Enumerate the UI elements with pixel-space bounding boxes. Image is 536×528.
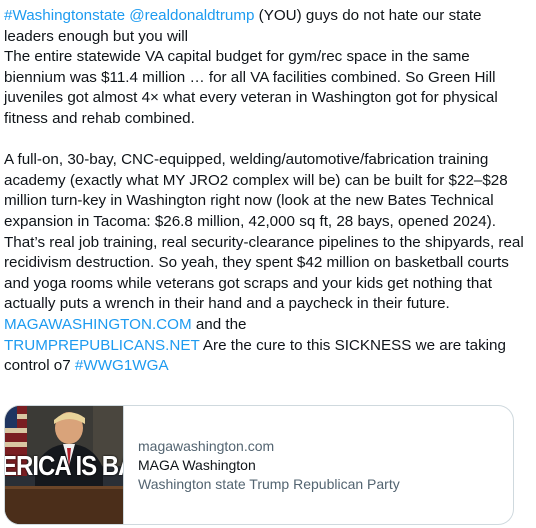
link-preview-card[interactable]: ERICA IS BA magawashington.com MAGA Wash… xyxy=(4,405,514,525)
card-title: MAGA Washington xyxy=(138,456,256,473)
link-magawashington[interactable]: MAGAWASHINGTON.COM xyxy=(4,316,192,333)
card-thumbnail[interactable]: ERICA IS BA xyxy=(5,406,124,524)
hashtag-washingtonstate[interactable]: #Washingtonstate xyxy=(4,7,125,24)
tweet-paragraph-2: A full-on, 30-bay, CNC-equipped, welding… xyxy=(4,150,528,377)
card-thumbnail-banner: ERICA IS BA xyxy=(5,450,123,482)
tweet-text-segment: A full-on, 30-bay, CNC-equipped, welding… xyxy=(4,151,524,313)
tweet-text: #Washingtonstate @realdonaldtrump (YOU) … xyxy=(4,6,528,377)
tweet: #Washingtonstate @realdonaldtrump (YOU) … xyxy=(4,6,528,377)
card-description: Washington state Trump Republican Party xyxy=(138,475,400,492)
tweet-paragraph-1: #Washingtonstate @realdonaldtrump (YOU) … xyxy=(4,6,528,130)
card-body[interactable]: magawashington.com MAGA Washington Washi… xyxy=(124,406,513,524)
tweet-text-segment: and the xyxy=(191,315,247,333)
tweet-text-segment: The entire statewide VA capital budget f… xyxy=(4,48,498,127)
card-domain: magawashington.com xyxy=(138,437,275,454)
hashtag-wwg1wga[interactable]: #WWG1WGA xyxy=(75,357,169,374)
mention-realdonaldtrump[interactable]: @realdonaldtrump xyxy=(129,7,254,24)
link-trumprepublicans[interactable]: TRUMPREPUBLICANS.NET xyxy=(4,337,200,354)
